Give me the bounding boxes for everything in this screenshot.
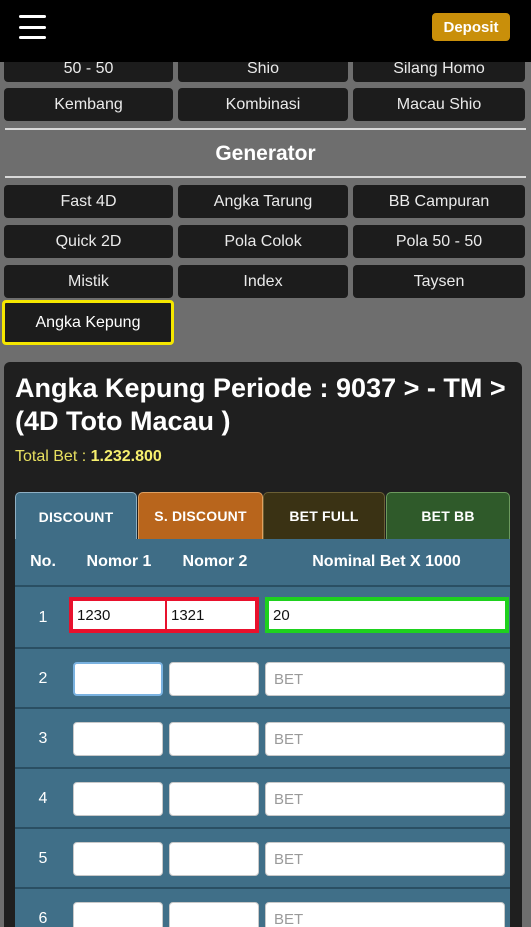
angka-kepung-panel: Angka Kepung Periode : 9037 > - TM > (4D… [4, 362, 522, 927]
tab-bet-bb[interactable]: BET BB [386, 492, 510, 540]
column-no: No. [30, 553, 56, 570]
divider-bottom [5, 176, 526, 178]
generator-item-index[interactable]: Index [178, 265, 348, 298]
table-row: 6 [15, 887, 510, 927]
menu-item-macau-shio[interactable]: Macau Shio [353, 88, 525, 121]
bet-input[interactable] [265, 722, 505, 756]
nomor-1-input[interactable] [73, 662, 163, 696]
menu-item-kombinasi[interactable]: Kombinasi [178, 88, 348, 121]
generator-item-fast-4d[interactable]: Fast 4D [4, 185, 173, 218]
generator-title: Generator [215, 142, 316, 165]
nomor-2-input[interactable] [169, 662, 259, 696]
generator-item-quick-2d[interactable]: Quick 2D [4, 225, 173, 258]
tab-s-discount[interactable]: S. DISCOUNT [138, 492, 263, 540]
generator-item-taysen[interactable]: Taysen [353, 265, 525, 298]
nomor-2-input[interactable] [169, 722, 259, 756]
deposit-button[interactable]: Deposit [432, 13, 510, 41]
panel-title: Angka Kepung Periode : 9037 > - TM > (4D… [15, 373, 506, 436]
row-number: 1 [38, 609, 48, 626]
generator-item-angka-kepung[interactable]: Angka Kepung [2, 300, 174, 345]
nomor-1-input[interactable] [73, 722, 163, 756]
nomor-2-input[interactable] [169, 842, 259, 876]
generator-item-angka-tarung[interactable]: Angka Tarung [178, 185, 348, 218]
generator-item-pola-50-50[interactable]: Pola 50 - 50 [353, 225, 525, 258]
nomor-1-input[interactable] [73, 902, 163, 927]
bet-input[interactable] [265, 842, 505, 876]
table-header: No. Nomor 1 Nomor 2 Nominal Bet X 1000 [15, 539, 510, 585]
tab-bet-full[interactable]: BET FULL [263, 492, 385, 540]
bet-input[interactable] [265, 902, 505, 927]
table-row: 1 [15, 585, 510, 647]
row-number: 4 [38, 790, 48, 807]
row-number: 2 [38, 670, 48, 687]
column-nomor-1: Nomor 1 [86, 553, 152, 570]
top-bar: Deposit [0, 0, 531, 62]
generator-item-pola-colok[interactable]: Pola Colok [178, 225, 348, 258]
nomor-1-input[interactable] [73, 782, 163, 816]
row-number: 6 [38, 910, 48, 927]
total-bet-value: 1.232.800 [90, 448, 162, 465]
row-number: 3 [38, 730, 48, 747]
hamburger-menu-icon[interactable] [19, 15, 46, 39]
bet-input[interactable] [265, 597, 509, 633]
table-row: 3 [15, 707, 510, 767]
table-row: 2 [15, 647, 510, 707]
row-number: 5 [38, 850, 48, 867]
table-row: 5 [15, 827, 510, 887]
column-nominal-bet: Nominal Bet X 1000 [312, 553, 461, 570]
bet-input[interactable] [265, 662, 505, 696]
generator-item-mistik[interactable]: Mistik [4, 265, 173, 298]
column-nomor-2: Nomor 2 [182, 553, 248, 570]
generator-item-bb-campuran[interactable]: BB Campuran [353, 185, 525, 218]
nomor-2-input[interactable] [169, 902, 259, 927]
total-bet: Total Bet : 1.232.800 [15, 448, 162, 466]
table-row: 4 [15, 767, 510, 827]
nomor-2-input[interactable] [165, 597, 259, 633]
menu-item-kembang[interactable]: Kembang [4, 88, 173, 121]
nomor-2-input[interactable] [169, 782, 259, 816]
total-bet-label: Total Bet : [15, 448, 87, 465]
nomor-1-input[interactable] [69, 597, 167, 633]
nomor-1-input[interactable] [73, 842, 163, 876]
tab-discount[interactable]: DISCOUNT [15, 492, 137, 540]
bet-input[interactable] [265, 782, 505, 816]
divider-top [5, 128, 526, 130]
